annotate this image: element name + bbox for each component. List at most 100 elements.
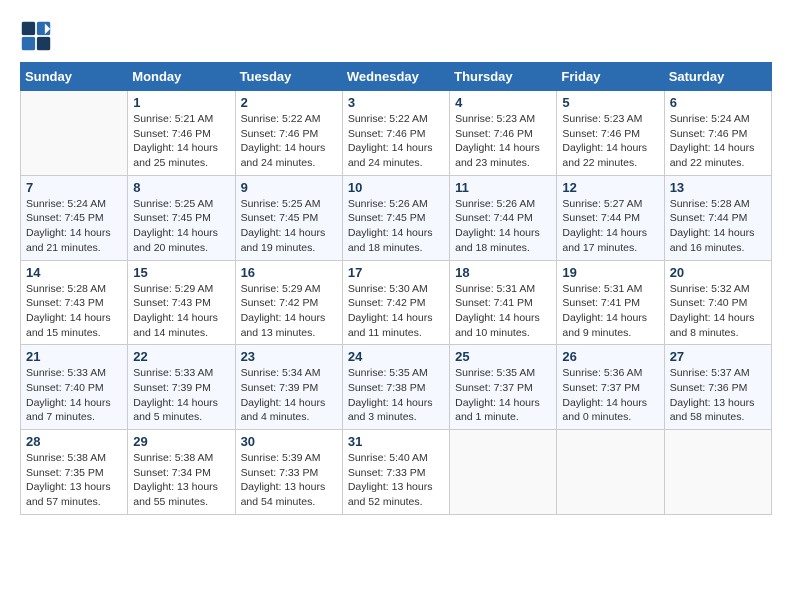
calendar-cell: 20Sunrise: 5:32 AMSunset: 7:40 PMDayligh… <box>664 260 771 345</box>
day-number: 28 <box>26 434 122 449</box>
day-number: 29 <box>133 434 229 449</box>
day-info: Sunrise: 5:33 AMSunset: 7:39 PMDaylight:… <box>133 366 229 425</box>
day-number: 23 <box>241 349 337 364</box>
day-number: 22 <box>133 349 229 364</box>
calendar-cell: 6 Sunrise: 5:24 AMSunset: 7:46 PMDaylight… <box>664 91 771 176</box>
day-info: Sunrise: 5:30 AMSunset: 7:42 PMDaylight:… <box>348 282 444 341</box>
calendar-cell: 18 Sunrise: 5:31 AMSunset: 7:41 PMDayligh… <box>450 260 557 345</box>
day-info: Sunrise: 5:31 AMSunset: 7:41 PMDaylight:… <box>455 282 551 341</box>
day-info: Sunrise: 5:35 AMSunset: 7:37 PMDaylight:… <box>455 366 551 425</box>
day-info: Sunrise: 5:26 AMSunset: 7:44 PMDaylight:… <box>455 197 551 256</box>
day-number: 14 <box>26 265 122 280</box>
day-info: Sunrise: 5:35 AMSunset: 7:38 PMDaylight:… <box>348 366 444 425</box>
column-header-thursday: Thursday <box>450 63 557 91</box>
calendar-cell: 27 Sunrise: 5:37 AMSunset: 7:36 PMDayligh… <box>664 345 771 430</box>
day-info: Sunrise: 5:26 AMSunset: 7:45 PMDaylight:… <box>348 197 444 256</box>
calendar-cell: 5 Sunrise: 5:23 AMSunset: 7:46 PMDaylight… <box>557 91 664 176</box>
calendar-cell: 7Sunrise: 5:24 AMSunset: 7:45 PMDaylight… <box>21 175 128 260</box>
day-number: 2 <box>241 95 337 110</box>
day-info: Sunrise: 5:27 AMSunset: 7:44 PMDaylight:… <box>562 197 658 256</box>
day-number: 18 <box>455 265 551 280</box>
column-header-friday: Friday <box>557 63 664 91</box>
calendar-cell: 25 Sunrise: 5:35 AMSunset: 7:37 PMDayligh… <box>450 345 557 430</box>
day-info: Sunrise: 5:38 AMSunset: 7:34 PMDaylight:… <box>133 451 229 510</box>
calendar-cell: 17 Sunrise: 5:30 AMSunset: 7:42 PMDayligh… <box>342 260 449 345</box>
day-number: 10 <box>348 180 444 195</box>
day-info: Sunrise: 5:25 AMSunset: 7:45 PMDaylight:… <box>133 197 229 256</box>
day-number: 19 <box>562 265 658 280</box>
week-row-5: 28 Sunrise: 5:38 AMSunset: 7:35 PMDayligh… <box>21 430 772 515</box>
day-info: Sunrise: 5:39 AMSunset: 7:33 PMDaylight:… <box>241 451 337 510</box>
week-row-1: 1 Sunrise: 5:21 AMSunset: 7:46 PMDaylight… <box>21 91 772 176</box>
day-number: 27 <box>670 349 766 364</box>
day-number: 25 <box>455 349 551 364</box>
day-info: Sunrise: 5:38 AMSunset: 7:35 PMDaylight:… <box>26 451 122 510</box>
page-header <box>20 20 772 52</box>
day-number: 8 <box>133 180 229 195</box>
calendar-cell <box>21 91 128 176</box>
calendar-cell: 14 Sunrise: 5:28 AMSunset: 7:43 PMDayligh… <box>21 260 128 345</box>
calendar-cell: 23 Sunrise: 5:34 AMSunset: 7:39 PMDayligh… <box>235 345 342 430</box>
day-info: Sunrise: 5:24 AMSunset: 7:45 PMDaylight:… <box>26 197 122 256</box>
calendar-cell: 30 Sunrise: 5:39 AMSunset: 7:33 PMDayligh… <box>235 430 342 515</box>
calendar-cell: 28 Sunrise: 5:38 AMSunset: 7:35 PMDayligh… <box>21 430 128 515</box>
calendar-cell <box>664 430 771 515</box>
column-header-tuesday: Tuesday <box>235 63 342 91</box>
calendar-cell: 19 Sunrise: 5:31 AMSunset: 7:41 PMDayligh… <box>557 260 664 345</box>
calendar-cell: 24 Sunrise: 5:35 AMSunset: 7:38 PMDayligh… <box>342 345 449 430</box>
calendar-cell: 29 Sunrise: 5:38 AMSunset: 7:34 PMDayligh… <box>128 430 235 515</box>
column-header-sunday: Sunday <box>21 63 128 91</box>
day-info: Sunrise: 5:24 AMSunset: 7:46 PMDaylight:… <box>670 112 766 171</box>
day-info: Sunrise: 5:23 AMSunset: 7:46 PMDaylight:… <box>455 112 551 171</box>
calendar-cell: 8 Sunrise: 5:25 AMSunset: 7:45 PMDaylight… <box>128 175 235 260</box>
day-number: 20 <box>670 265 766 280</box>
day-number: 21 <box>26 349 122 364</box>
week-row-3: 14 Sunrise: 5:28 AMSunset: 7:43 PMDayligh… <box>21 260 772 345</box>
day-info: Sunrise: 5:34 AMSunset: 7:39 PMDaylight:… <box>241 366 337 425</box>
day-info: Sunrise: 5:29 AMSunset: 7:43 PMDaylight:… <box>133 282 229 341</box>
calendar-cell: 12 Sunrise: 5:27 AMSunset: 7:44 PMDayligh… <box>557 175 664 260</box>
calendar-cell: 22 Sunrise: 5:33 AMSunset: 7:39 PMDayligh… <box>128 345 235 430</box>
day-info: Sunrise: 5:31 AMSunset: 7:41 PMDaylight:… <box>562 282 658 341</box>
day-info: Sunrise: 5:25 AMSunset: 7:45 PMDaylight:… <box>241 197 337 256</box>
logo-icon <box>20 20 52 52</box>
day-info: Sunrise: 5:36 AMSunset: 7:37 PMDaylight:… <box>562 366 658 425</box>
day-info: Sunrise: 5:22 AMSunset: 7:46 PMDaylight:… <box>241 112 337 171</box>
calendar-cell: 16Sunrise: 5:29 AMSunset: 7:42 PMDayligh… <box>235 260 342 345</box>
day-number: 13 <box>670 180 766 195</box>
day-number: 26 <box>562 349 658 364</box>
calendar-cell <box>557 430 664 515</box>
calendar-cell <box>450 430 557 515</box>
day-info: Sunrise: 5:23 AMSunset: 7:46 PMDaylight:… <box>562 112 658 171</box>
calendar-cell: 2 Sunrise: 5:22 AMSunset: 7:46 PMDaylight… <box>235 91 342 176</box>
calendar-cell: 15 Sunrise: 5:29 AMSunset: 7:43 PMDayligh… <box>128 260 235 345</box>
calendar-cell: 3Sunrise: 5:22 AMSunset: 7:46 PMDaylight… <box>342 91 449 176</box>
calendar-cell: 26 Sunrise: 5:36 AMSunset: 7:37 PMDayligh… <box>557 345 664 430</box>
calendar-cell: 9Sunrise: 5:25 AMSunset: 7:45 PMDaylight… <box>235 175 342 260</box>
calendar-cell: 4 Sunrise: 5:23 AMSunset: 7:46 PMDaylight… <box>450 91 557 176</box>
day-number: 1 <box>133 95 229 110</box>
week-row-2: 7Sunrise: 5:24 AMSunset: 7:45 PMDaylight… <box>21 175 772 260</box>
day-number: 17 <box>348 265 444 280</box>
column-header-wednesday: Wednesday <box>342 63 449 91</box>
day-number: 15 <box>133 265 229 280</box>
day-number: 31 <box>348 434 444 449</box>
day-number: 6 <box>670 95 766 110</box>
day-info: Sunrise: 5:29 AMSunset: 7:42 PMDaylight:… <box>241 282 337 341</box>
day-info: Sunrise: 5:33 AMSunset: 7:40 PMDaylight:… <box>26 366 122 425</box>
day-number: 11 <box>455 180 551 195</box>
day-info: Sunrise: 5:37 AMSunset: 7:36 PMDaylight:… <box>670 366 766 425</box>
day-number: 4 <box>455 95 551 110</box>
day-number: 12 <box>562 180 658 195</box>
logo <box>20 20 56 52</box>
calendar-cell: 11 Sunrise: 5:26 AMSunset: 7:44 PMDayligh… <box>450 175 557 260</box>
day-number: 3 <box>348 95 444 110</box>
day-info: Sunrise: 5:21 AMSunset: 7:46 PMDaylight:… <box>133 112 229 171</box>
calendar-table: SundayMondayTuesdayWednesdayThursdayFrid… <box>20 62 772 515</box>
day-info: Sunrise: 5:28 AMSunset: 7:43 PMDaylight:… <box>26 282 122 341</box>
day-number: 24 <box>348 349 444 364</box>
calendar-cell: 21 Sunrise: 5:33 AMSunset: 7:40 PMDayligh… <box>21 345 128 430</box>
day-number: 30 <box>241 434 337 449</box>
day-number: 5 <box>562 95 658 110</box>
column-header-monday: Monday <box>128 63 235 91</box>
